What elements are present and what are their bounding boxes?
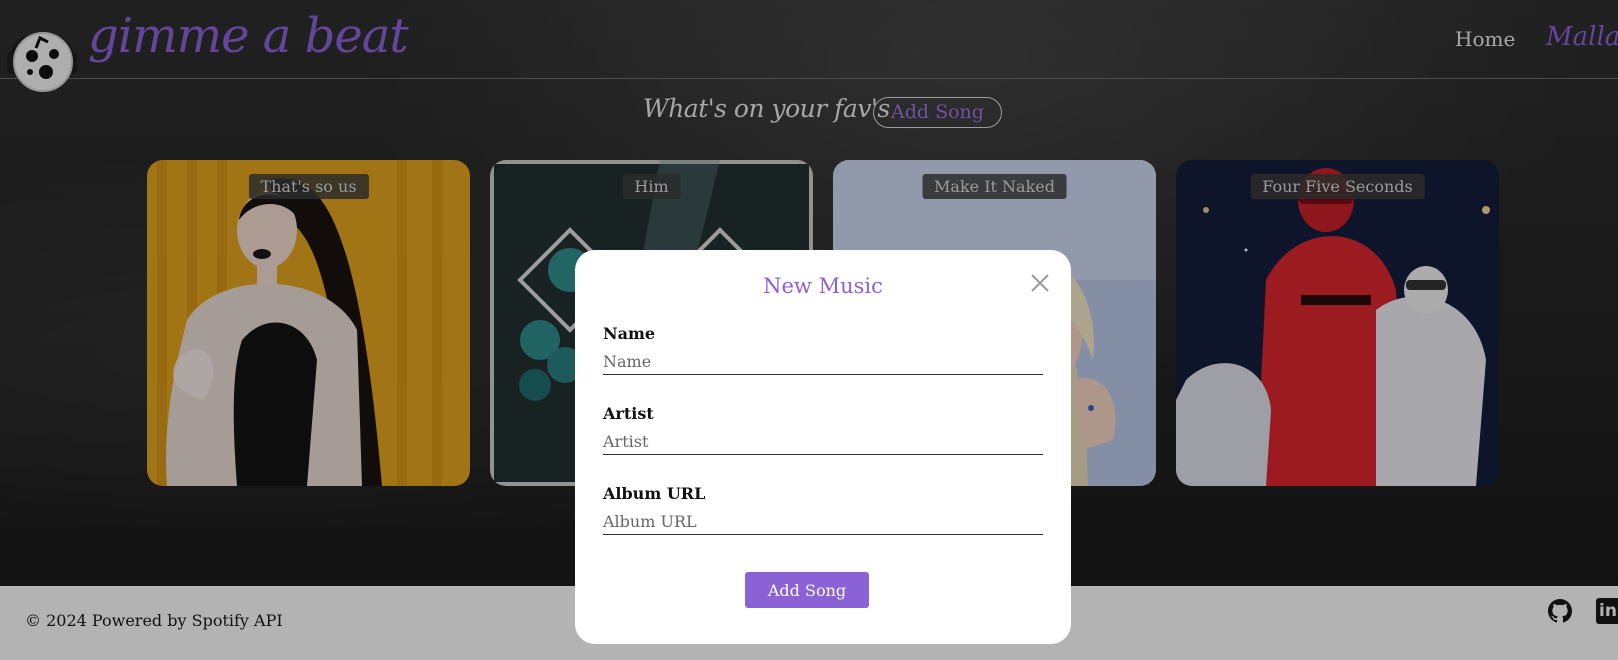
add-song-submit-button[interactable]: Add Song — [745, 572, 869, 608]
album-url-label: Album URL — [603, 484, 706, 503]
name-input[interactable] — [603, 349, 1043, 375]
linkedin-icon[interactable]: in — [1596, 598, 1618, 624]
modal-title: New Music — [763, 274, 883, 298]
album-art-image — [1176, 160, 1499, 486]
album-url-input[interactable] — [603, 509, 1043, 535]
github-icon[interactable] — [1548, 599, 1573, 623]
close-icon[interactable] — [1029, 272, 1051, 294]
nav-home-link[interactable]: Home — [1455, 27, 1515, 51]
song-title: Him — [622, 174, 681, 199]
album-url-field-group: Album URL — [603, 484, 1043, 535]
tagline: What's on your fav's — [643, 94, 890, 123]
song-card[interactable]: Four Five Seconds — [1176, 160, 1499, 486]
artist-label: Artist — [603, 404, 654, 423]
artist-field-group: Artist — [603, 404, 1043, 455]
album-art-image — [147, 160, 470, 486]
song-card[interactable]: That's so us — [147, 160, 470, 486]
song-title: That's so us — [248, 174, 369, 199]
new-music-modal: New Music Name Artist Album URL Add Song — [575, 250, 1071, 644]
artist-input[interactable] — [603, 429, 1043, 455]
name-field-group: Name — [603, 324, 1043, 375]
site-header: gimme a beat Home Mallar — [0, 0, 1618, 92]
name-label: Name — [603, 324, 656, 343]
song-title: Four Five Seconds — [1250, 174, 1425, 199]
brand-title[interactable]: gimme a beat — [88, 8, 409, 64]
nav-user-link[interactable]: Mallar — [1546, 22, 1618, 52]
logo-icon[interactable] — [4, 12, 82, 92]
add-song-button[interactable]: Add Song — [873, 97, 1002, 128]
song-title: Make It Naked — [922, 174, 1067, 199]
copyright-text: © 2024 Powered by Spotify API — [25, 611, 283, 630]
